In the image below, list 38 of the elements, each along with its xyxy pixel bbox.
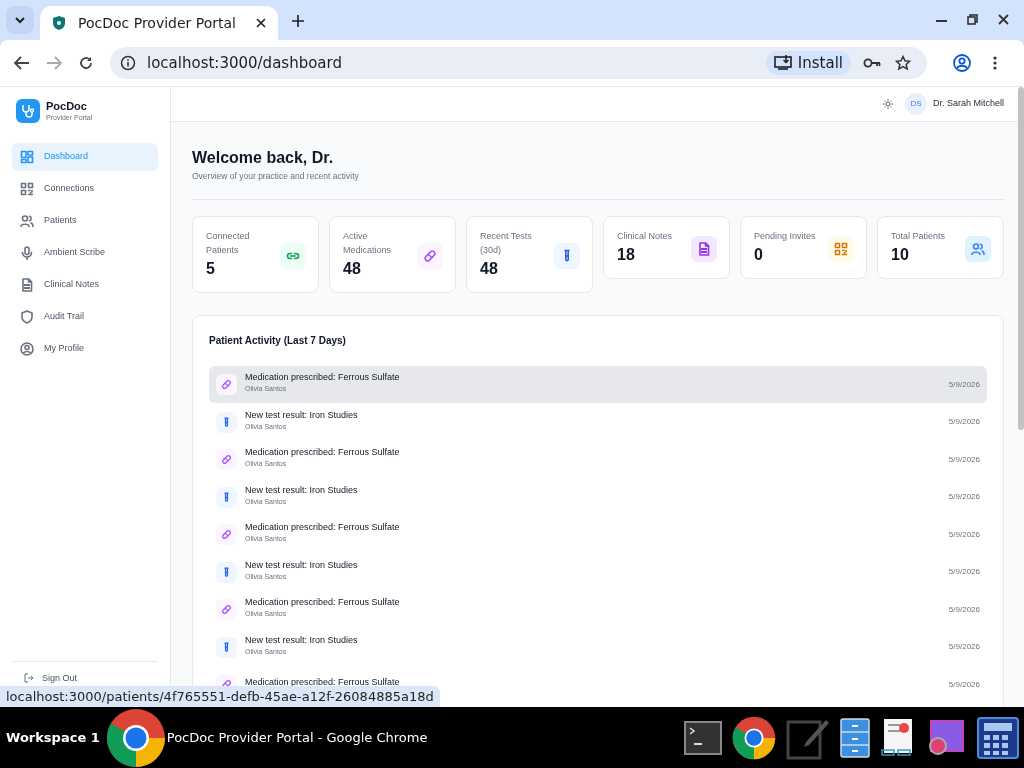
activity-title: Medication prescribed: Ferrous Sulfate [245,447,401,459]
stat-value: 48 [480,258,499,279]
activity-date: 5/9/2026 [948,491,980,503]
activity-date: 5/9/2026 [948,378,980,391]
page-subtitle: Overview of your practice and recent activity [192,170,360,183]
activity-date: 5/9/2026 [948,641,980,653]
stat-value: 5 [206,258,216,279]
activity-title: New test result: Iron Studies [245,634,359,646]
page-title: Welcome back, Dr. [192,148,335,168]
stat-label: Clinical Notes [617,229,674,243]
activity-date: 5/9/2026 [948,453,980,466]
stat-value: 10 [891,244,910,265]
activity-title: New test result: Iron Studies [245,484,359,496]
panel-title: Patient Activity (Last 7 Days) [209,333,347,348]
stat-label: Total Patients [891,229,947,243]
status-url-tooltip: localhost:3000/patients/4f765551-defb-45ae-a12f-26084885a18d [0,686,440,707]
stat-value: 48 [343,258,362,279]
activity-date: 5/9/2026 [948,678,980,691]
stat-label: Connected Patients [206,229,251,257]
stat-label: Active Medications [343,229,393,257]
stat-value: 18 [617,244,636,265]
activity-date: 5/9/2026 [948,603,980,616]
activity-title: New test result: Iron Studies [245,559,359,571]
activity-title: Medication prescribed: Ferrous Sulfate [245,597,401,609]
stat-label: Recent Tests (30d) [480,229,533,257]
activity-title: Medication prescribed: Ferrous Sulfate [245,677,401,689]
tab-title: PocDoc Provider Portal [78,13,237,33]
stat-label: Pending Invites [754,229,817,243]
url-text: localhost:3000/dashboard [147,52,343,74]
activity-date: 5/9/2026 [948,528,980,541]
activity-title: Medication prescribed: Ferrous Sulfate [245,372,401,384]
brand-name: PocDoc [46,99,88,114]
activity-title: Medication prescribed: Ferrous Sulfate [245,522,401,534]
stat-value: 0 [754,244,764,265]
user-name: Dr. Sarah Mitchell [932,97,1004,111]
activity-title: New test result: Iron Studies [245,409,359,421]
activity-date: 5/9/2026 [948,416,980,428]
activity-date: 5/9/2026 [948,566,980,578]
